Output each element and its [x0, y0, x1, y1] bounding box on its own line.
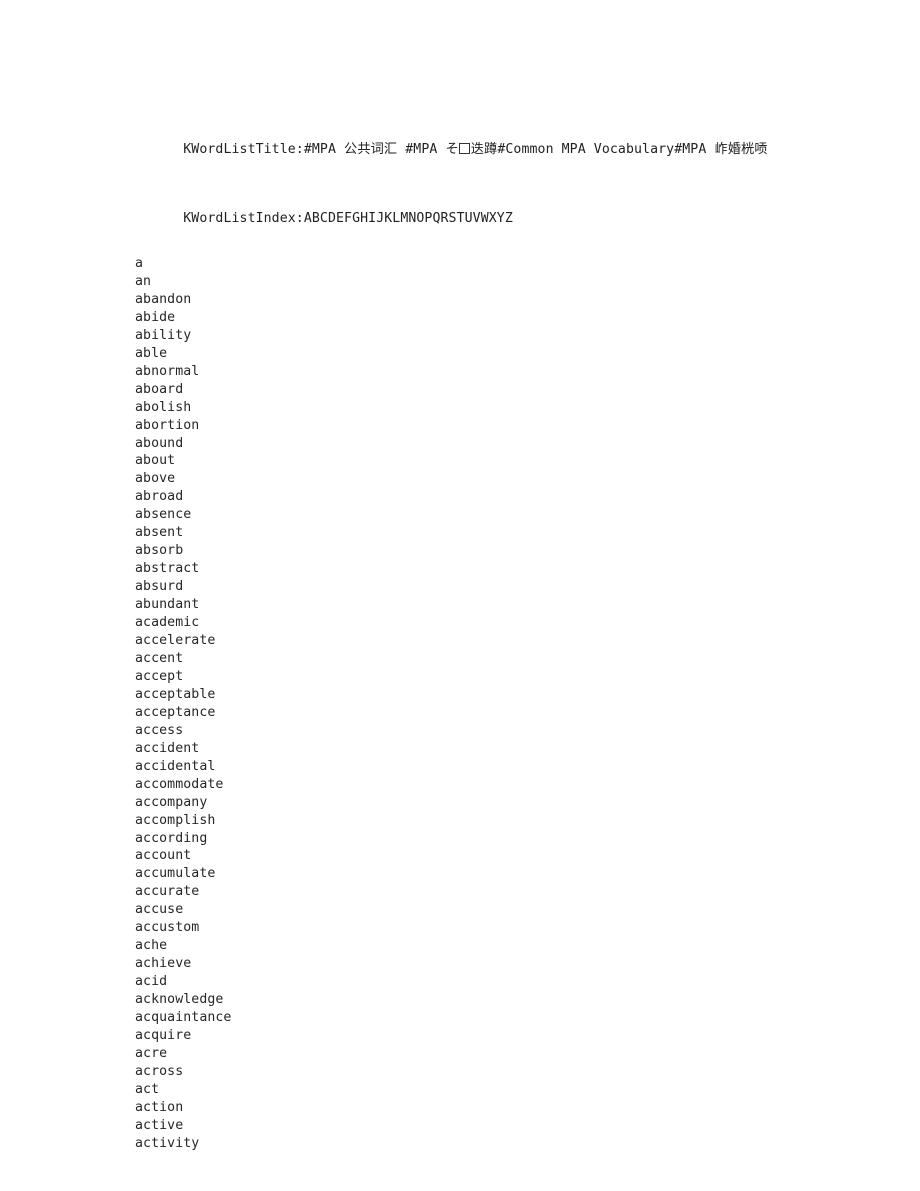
word-list-item: activity	[135, 1135, 200, 1151]
word-list-item: abroad	[135, 489, 184, 505]
title-text-segment: #Common MPA Vocabulary#MPA	[497, 142, 715, 157]
word-list-item: abstract	[135, 561, 200, 577]
word-list-item: acquire	[135, 1027, 192, 1043]
word-list-item: aboard	[135, 381, 184, 397]
word-list-item: absence	[135, 507, 192, 523]
word-list-item: academic	[135, 615, 200, 631]
word-list-item: active	[135, 1117, 184, 1133]
word-list-item: acceptable	[135, 686, 216, 702]
word-list-item: act	[135, 1081, 160, 1097]
document-page: KWordListTitle:#MPA 公共词汇 #MPA そ迭蹲#Common…	[0, 0, 920, 1191]
word-list-title-key: KWordListTitle:	[183, 142, 304, 157]
word-list-item: able	[135, 345, 168, 361]
word-list-item: across	[135, 1063, 184, 1079]
word-list-item: abnormal	[135, 363, 200, 379]
title-cjk-segment: そ	[445, 142, 459, 157]
word-list-item: acceptance	[135, 704, 216, 720]
word-list-title-line: KWordListTitle:#MPA 公共词汇 #MPA そ迭蹲#Common…	[135, 114, 785, 186]
word-list-item: accommodate	[135, 776, 224, 792]
word-list-item: a	[135, 256, 144, 271]
title-cjk-segment: 迭蹲	[470, 142, 498, 157]
title-cjk-segment: 岞婚桄唝	[714, 142, 768, 157]
title-text-segment: #MPA	[397, 142, 446, 157]
word-list-item: abundant	[135, 597, 200, 613]
word-list-index-line: KWordListIndex:ABCDEFGHIJKLMNOPQRSTUVWXY…	[135, 186, 785, 252]
word-list-item: about	[135, 453, 176, 469]
word-list-item: accident	[135, 740, 200, 756]
word-list-item: abound	[135, 435, 184, 451]
word-list-item: acre	[135, 1045, 168, 1061]
word-list-item: according	[135, 830, 208, 846]
word-list-item: access	[135, 722, 184, 738]
word-list-item: accustom	[135, 920, 200, 936]
word-list-item: accent	[135, 650, 184, 666]
document-text-body: KWordListTitle:#MPA 公共词汇 #MPA そ迭蹲#Common…	[135, 114, 785, 1153]
word-list-title-value: #MPA 公共词汇 #MPA そ迭蹲#Common MPA Vocabulary…	[304, 142, 768, 157]
word-list-item: abide	[135, 309, 176, 325]
word-list-item: accept	[135, 668, 184, 684]
word-list-item: ache	[135, 938, 168, 954]
missing-glyph-box	[459, 143, 471, 154]
word-list-index-key: KWordListIndex:	[183, 211, 304, 226]
title-text-segment: #MPA	[303, 142, 345, 157]
vocabulary-word-list: a an abandon abide ability able abnormal aboard…	[135, 255, 785, 1153]
word-list-item: absurd	[135, 579, 184, 595]
word-list-item: an	[135, 273, 152, 289]
word-list-item: above	[135, 471, 176, 487]
word-list-item: accurate	[135, 884, 200, 900]
word-list-item: acknowledge	[135, 992, 224, 1008]
word-list-index-letters: ABCDEFGHIJKLMNOPQRSTUVWXYZ	[303, 211, 513, 226]
word-list-item: achieve	[135, 956, 192, 972]
word-list-item: acid	[135, 974, 168, 990]
word-list-item: accidental	[135, 758, 216, 774]
word-list-item: abolish	[135, 399, 192, 415]
word-list-item: accumulate	[135, 866, 216, 882]
word-list-item: acquaintance	[135, 1010, 232, 1026]
word-list-item: abandon	[135, 291, 192, 307]
word-list-item: accompany	[135, 794, 208, 810]
word-list-item: absorb	[135, 543, 184, 559]
word-list-item: ability	[135, 327, 192, 343]
word-list-item: accomplish	[135, 812, 216, 828]
title-cjk-segment: 公共词汇	[344, 142, 398, 157]
word-list-item: accelerate	[135, 633, 216, 649]
word-list-item: account	[135, 848, 192, 864]
word-list-item: accuse	[135, 902, 184, 918]
word-list-item: action	[135, 1099, 184, 1115]
word-list-item: absent	[135, 525, 184, 541]
word-list-item: abortion	[135, 417, 200, 433]
